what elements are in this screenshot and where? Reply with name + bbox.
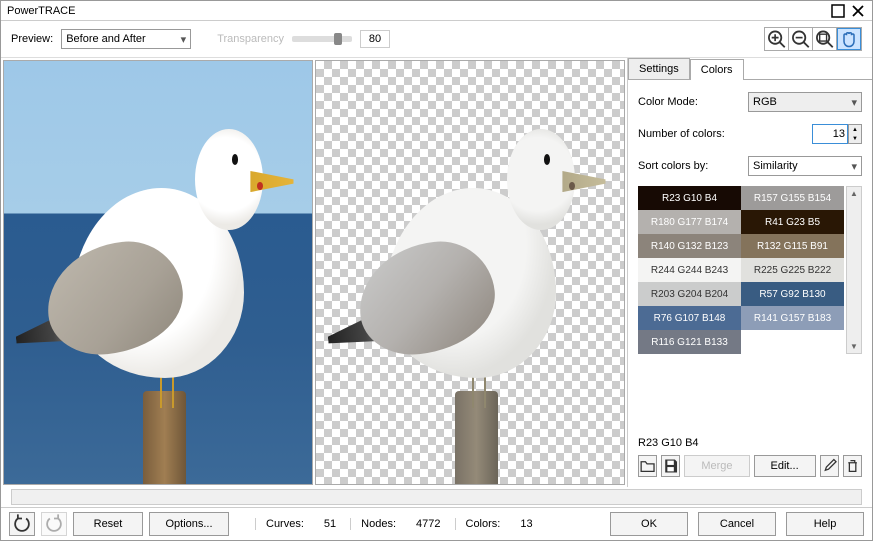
horizontal-scrollbar[interactable] [11,489,862,505]
color-mode-dropdown[interactable]: RGB [748,92,862,112]
colors-value: 13 [520,518,532,530]
color-swatch[interactable]: R203 G204 B204 [638,282,741,306]
zoom-tools [764,27,862,51]
help-label: Help [814,518,837,530]
sort-colors-dropdown[interactable]: Similarity [748,156,862,176]
right-panel: Settings Colors Color Mode: RGB Number o… [627,58,872,487]
color-swatch[interactable]: R157 G155 B154 [741,186,844,210]
color-swatch[interactable]: R225 G225 B222 [741,258,844,282]
color-swatch[interactable]: R132 G115 B91 [741,234,844,258]
colors-scrollbar[interactable]: ▲ ▼ [846,186,862,354]
pan-hand-icon[interactable] [837,28,861,50]
edit-label: Edit... [771,460,799,472]
color-swatch[interactable]: R140 G132 B123 [638,234,741,258]
tab-settings[interactable]: Settings [628,58,690,79]
scroll-down-icon[interactable]: ▼ [850,342,858,351]
selected-color-label: R23 G10 B4 [638,417,862,449]
scroll-up-icon[interactable]: ▲ [850,189,858,198]
colors-label: Colors: [466,518,501,530]
ok-button[interactable]: OK [610,512,688,536]
window-title: PowerTRACE [7,5,826,17]
zoom-out-icon[interactable] [789,28,813,50]
toolbar: Preview: Before and After Transparency [1,21,872,58]
color-swatch[interactable]: R116 G121 B133 [638,330,741,354]
color-swatch[interactable]: R23 G10 B4 [638,186,741,210]
preview-mode-value: Before and After [66,33,146,45]
redo-button[interactable] [41,512,67,536]
zoom-in-icon[interactable] [765,28,789,50]
open-palette-button[interactable] [638,455,657,477]
curves-label: Curves: [266,518,304,530]
reset-button[interactable]: Reset [73,512,143,536]
help-button[interactable]: Help [786,512,864,536]
maximize-icon[interactable] [830,3,846,19]
cancel-label: Cancel [720,518,754,530]
zoom-fit-icon[interactable] [813,28,837,50]
footer: Reset Options... Curves: 51 Nodes: 4772 Co… [1,507,872,540]
color-swatch[interactable]: R141 G157 B183 [741,306,844,330]
options-label: Options... [165,518,212,530]
color-mode-label: Color Mode: [638,96,748,108]
reset-label: Reset [94,518,123,530]
preview-mode-dropdown[interactable]: Before and After [61,29,191,49]
nodes-label: Nodes: [361,518,396,530]
tab-colors[interactable]: Colors [690,59,744,80]
cancel-button[interactable]: Cancel [698,512,776,536]
color-swatch[interactable]: R57 G92 B130 [741,282,844,306]
close-icon[interactable] [850,3,866,19]
spinner-up-icon[interactable]: ▲ [849,125,861,134]
main-area: Settings Colors Color Mode: RGB Number o… [1,58,872,487]
color-picker-button[interactable] [820,455,839,477]
tab-panel-colors: Color Mode: RGB Number of colors: ▲▼ Sor… [628,79,872,487]
num-colors-label: Number of colors: [638,128,812,140]
merge-label: Merge [701,460,732,472]
color-swatch[interactable]: R41 G23 B5 [741,210,844,234]
color-mode-value: RGB [753,96,777,108]
color-panel-tools: Merge Edit... [638,455,862,477]
sort-colors-label: Sort colors by: [638,160,748,172]
delete-color-button[interactable] [843,455,862,477]
titlebar: PowerTRACE [1,1,872,21]
sort-colors-value: Similarity [753,160,798,172]
ok-label: OK [641,518,657,530]
colors-grid: R23 G10 B4R157 G155 B154R180 G177 B174R4… [638,186,862,354]
traced-image-panel[interactable] [315,60,625,485]
original-image-panel[interactable] [3,60,313,485]
color-swatch[interactable]: R180 G177 B174 [638,210,741,234]
merge-button[interactable]: Merge [684,455,749,477]
undo-button[interactable] [9,512,35,536]
options-button[interactable]: Options... [149,512,229,536]
spinner-down-icon[interactable]: ▼ [849,134,861,143]
color-swatch[interactable]: R244 G244 B243 [638,258,741,282]
num-colors-input[interactable] [812,124,848,144]
save-palette-button[interactable] [661,455,680,477]
edit-color-button[interactable]: Edit... [754,455,816,477]
color-swatch[interactable]: R76 G107 B148 [638,306,741,330]
transparency-input[interactable] [360,30,390,48]
curves-value: 51 [324,518,336,530]
transparency-slider[interactable] [292,36,352,42]
preview-pane [1,58,627,487]
tabs: Settings Colors [628,58,872,79]
preview-label: Preview: [11,33,53,45]
stats-bar: Curves: 51 Nodes: 4772 Colors: 13 [255,518,545,530]
num-colors-spinner[interactable]: ▲▼ [848,124,862,144]
transparency-label: Transparency [217,33,284,45]
nodes-value: 4772 [416,518,440,530]
